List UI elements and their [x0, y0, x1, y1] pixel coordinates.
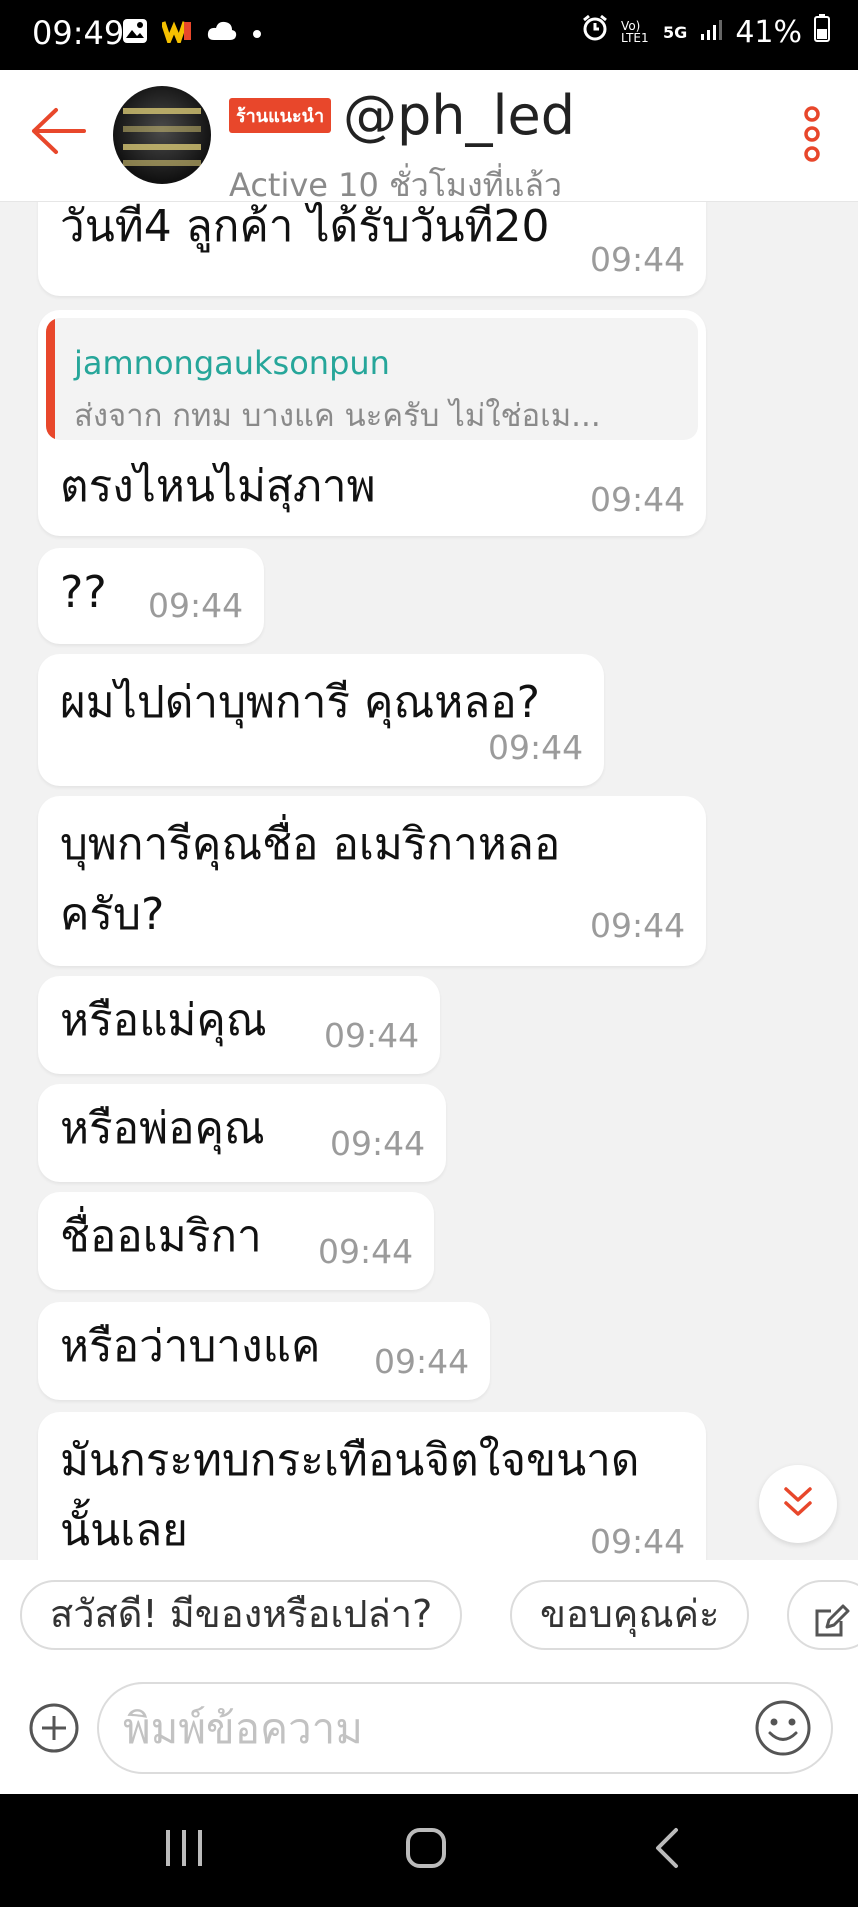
notification-dot-icon [252, 24, 262, 43]
message-time: 09:44 [590, 240, 686, 279]
message-text: วันที่4 ลูกค้า ได้รับวันที่20 [60, 202, 550, 252]
back-arrow-icon[interactable] [30, 106, 86, 160]
cloud-icon [206, 20, 238, 46]
alarm-icon [581, 14, 609, 50]
message-bubble[interactable]: บุพการีคุณชื่อ อเมริกาหลอ ครับ? 09:44 [38, 796, 706, 966]
message-text: ตรงไหนไม่สุภาพ [60, 461, 376, 512]
message-time: 09:44 [590, 1522, 686, 1560]
status-time: 09:49 [32, 14, 125, 52]
quick-reply-chip[interactable]: สวัสดี! มีของหรือเปล่า? [20, 1580, 463, 1650]
back-icon[interactable] [652, 1826, 682, 1874]
home-icon[interactable] [404, 1826, 448, 1874]
status-bar: 09:49 Vo) LTE1 5G 41% [0, 0, 858, 70]
message-bubble[interactable]: หรือพ่อคุณ 09:44 [38, 1084, 446, 1182]
message-time: 09:44 [330, 1124, 426, 1163]
message-text: บุพการีคุณชื่อ อเมริกาหลอ [60, 819, 561, 870]
quoted-text: ส่งจาก กทม บางแค นะครับ ไม่ใช่อเม... [74, 398, 601, 434]
message-bubble[interactable]: ชื่ออเมริกา 09:44 [38, 1192, 434, 1290]
message-text: ผมไปด่าบุพการี คุณหลอ? [60, 677, 541, 728]
shop-avatar[interactable] [113, 86, 211, 184]
message-time: 09:44 [318, 1232, 414, 1271]
add-attachment-icon[interactable] [28, 1702, 80, 1758]
app-w-icon [160, 19, 192, 48]
quick-replies-bar: สวัสดี! มีของหรือเปล่า? ขอบคุณค่ะ [0, 1560, 858, 1664]
message-time: 09:44 [590, 480, 686, 519]
message-time: 09:44 [148, 586, 244, 625]
message-bubble[interactable]: ?? 09:44 [38, 548, 264, 644]
recommended-shop-badge: ร้านแนะนำ [229, 98, 332, 133]
message-text: หรือพ่อคุณ [60, 1103, 265, 1154]
message-text: หรือว่าบางแค [60, 1321, 321, 1372]
chat-header: ร้านแนะนำ @ph_led Active 10 ชั่วโมงที่แล… [0, 70, 858, 204]
message-bubble[interactable]: หรือแม่คุณ 09:44 [38, 976, 440, 1074]
message-text: ชื่ออเมริกา [60, 1211, 262, 1262]
double-chevron-down-icon [783, 1485, 813, 1525]
message-time: 09:44 [374, 1342, 470, 1381]
scroll-to-bottom-button[interactable] [759, 1465, 837, 1543]
message-bubble[interactable]: หรือว่าบางแค 09:44 [38, 1302, 490, 1400]
message-input-container[interactable] [97, 1682, 833, 1774]
network-5g-icon: 5G [663, 22, 688, 42]
quoted-sender: jamnongauksonpun [74, 344, 390, 382]
shop-name[interactable]: @ph_led [343, 84, 575, 147]
message-text: นั้นเลย [60, 1505, 188, 1556]
message-time: 09:44 [590, 906, 686, 945]
quick-reply-chip[interactable]: ขอบคุณค่ะ [510, 1580, 750, 1650]
recent-apps-icon[interactable] [164, 1826, 204, 1874]
lte-icon: Vo) LTE1 [621, 19, 649, 45]
message-text: ครับ? [60, 889, 165, 940]
edit-icon [811, 1596, 851, 1660]
message-text: ?? [60, 567, 107, 618]
edit-quick-replies-button[interactable] [787, 1580, 858, 1650]
message-bubble[interactable]: วันที่4 ลูกค้า ได้รับวันที่20 09:44 [38, 202, 706, 296]
message-input[interactable] [123, 1696, 723, 1760]
emoji-icon[interactable] [753, 1698, 813, 1762]
more-options-icon[interactable] [802, 106, 822, 166]
gallery-icon [122, 18, 148, 48]
battery-icon [814, 14, 830, 50]
message-input-bar [0, 1664, 858, 1794]
quoted-message[interactable]: jamnongauksonpun ส่งจาก กทม บางแค นะครับ… [46, 318, 698, 440]
system-nav-bar [0, 1794, 858, 1907]
message-text: มันกระทบกระเทือนจิตใจขนาด [60, 1435, 640, 1486]
message-list[interactable]: วันที่4 ลูกค้า ได้รับวันที่20 09:44 jamn… [0, 202, 858, 1560]
message-time: 09:44 [488, 728, 584, 767]
message-bubble[interactable]: มันกระทบกระเทือนจิตใจขนาด นั้นเลย 09:44 [38, 1412, 706, 1560]
battery-percent: 41% [735, 14, 802, 50]
message-time: 09:44 [324, 1016, 420, 1055]
message-bubble[interactable]: ผมไปด่าบุพการี คุณหลอ? 09:44 [38, 654, 604, 786]
message-text: หรือแม่คุณ [60, 995, 267, 1046]
message-bubble[interactable]: jamnongauksonpun ส่งจาก กทม บางแค นะครับ… [38, 310, 706, 536]
signal-icon [699, 15, 723, 50]
